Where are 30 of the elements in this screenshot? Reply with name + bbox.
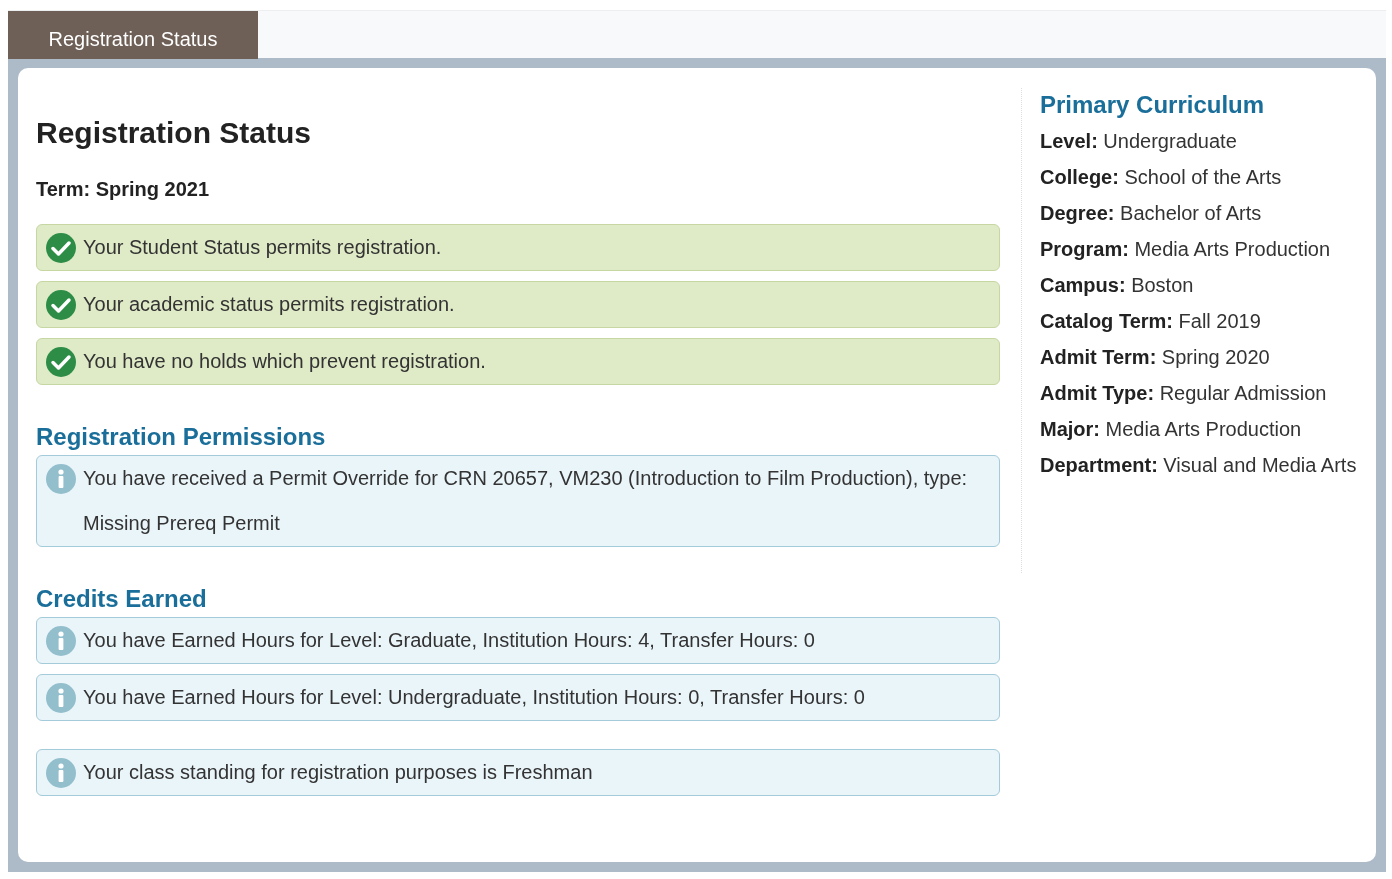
curriculum-detail: Campus: Boston <box>1040 273 1195 298</box>
message-text: You have Earned Hours for Level: Graduate, Institution Hours: 4, Transfer Hours: 0 <box>83 628 815 653</box>
message-text: You have received a Permit Override for CRN 20657, VM230 (Introduction to Film Production), type: Missing Prereq Permit <box>83 466 969 536</box>
info-icon <box>45 463 77 495</box>
section-heading: Credits Earned <box>36 585 208 613</box>
info-icon <box>45 625 77 657</box>
curriculum-detail: Degree: Bachelor of Arts <box>1040 201 1263 226</box>
info-icon <box>45 682 77 714</box>
info-icon <box>45 757 77 789</box>
message-text: Your Student Status permits registration. <box>83 235 442 260</box>
curriculum-detail: College: School of the Arts <box>1040 165 1283 190</box>
term-label: Term: Spring 2021 <box>36 177 211 202</box>
curriculum-detail: Admit Type: Regular Admission <box>1040 381 1328 406</box>
curriculum-detail: Department: Visual and Media Arts <box>1040 453 1358 478</box>
section-heading: Registration Permissions <box>36 423 327 451</box>
curriculum-detail: Catalog Term: Fall 2019 <box>1040 309 1262 334</box>
tab[interactable]: Registration Status <box>8 11 258 59</box>
check-icon <box>45 232 77 264</box>
message-text: You have no holds which prevent registration. <box>83 349 486 374</box>
message-text: You have Earned Hours for Level: Undergraduate, Institution Hours: 0, Transfer Hours: 0 <box>83 685 865 710</box>
page-title: Registration Status <box>36 115 313 151</box>
curriculum-detail: Major: Media Arts Production <box>1040 417 1303 442</box>
curriculum-heading: Primary Curriculum <box>1040 90 1266 120</box>
message-text: Your academic status permits registration. <box>83 292 455 317</box>
curriculum-detail: Program: Media Arts Production <box>1040 237 1332 262</box>
check-icon <box>45 289 77 321</box>
check-icon <box>45 346 77 378</box>
message-text: Your class standing for registration purposes is Freshman <box>83 760 593 785</box>
curriculum-detail: Level: Undergraduate <box>1040 129 1238 154</box>
curriculum-detail: Admit Term: Spring 2020 <box>1040 345 1271 370</box>
